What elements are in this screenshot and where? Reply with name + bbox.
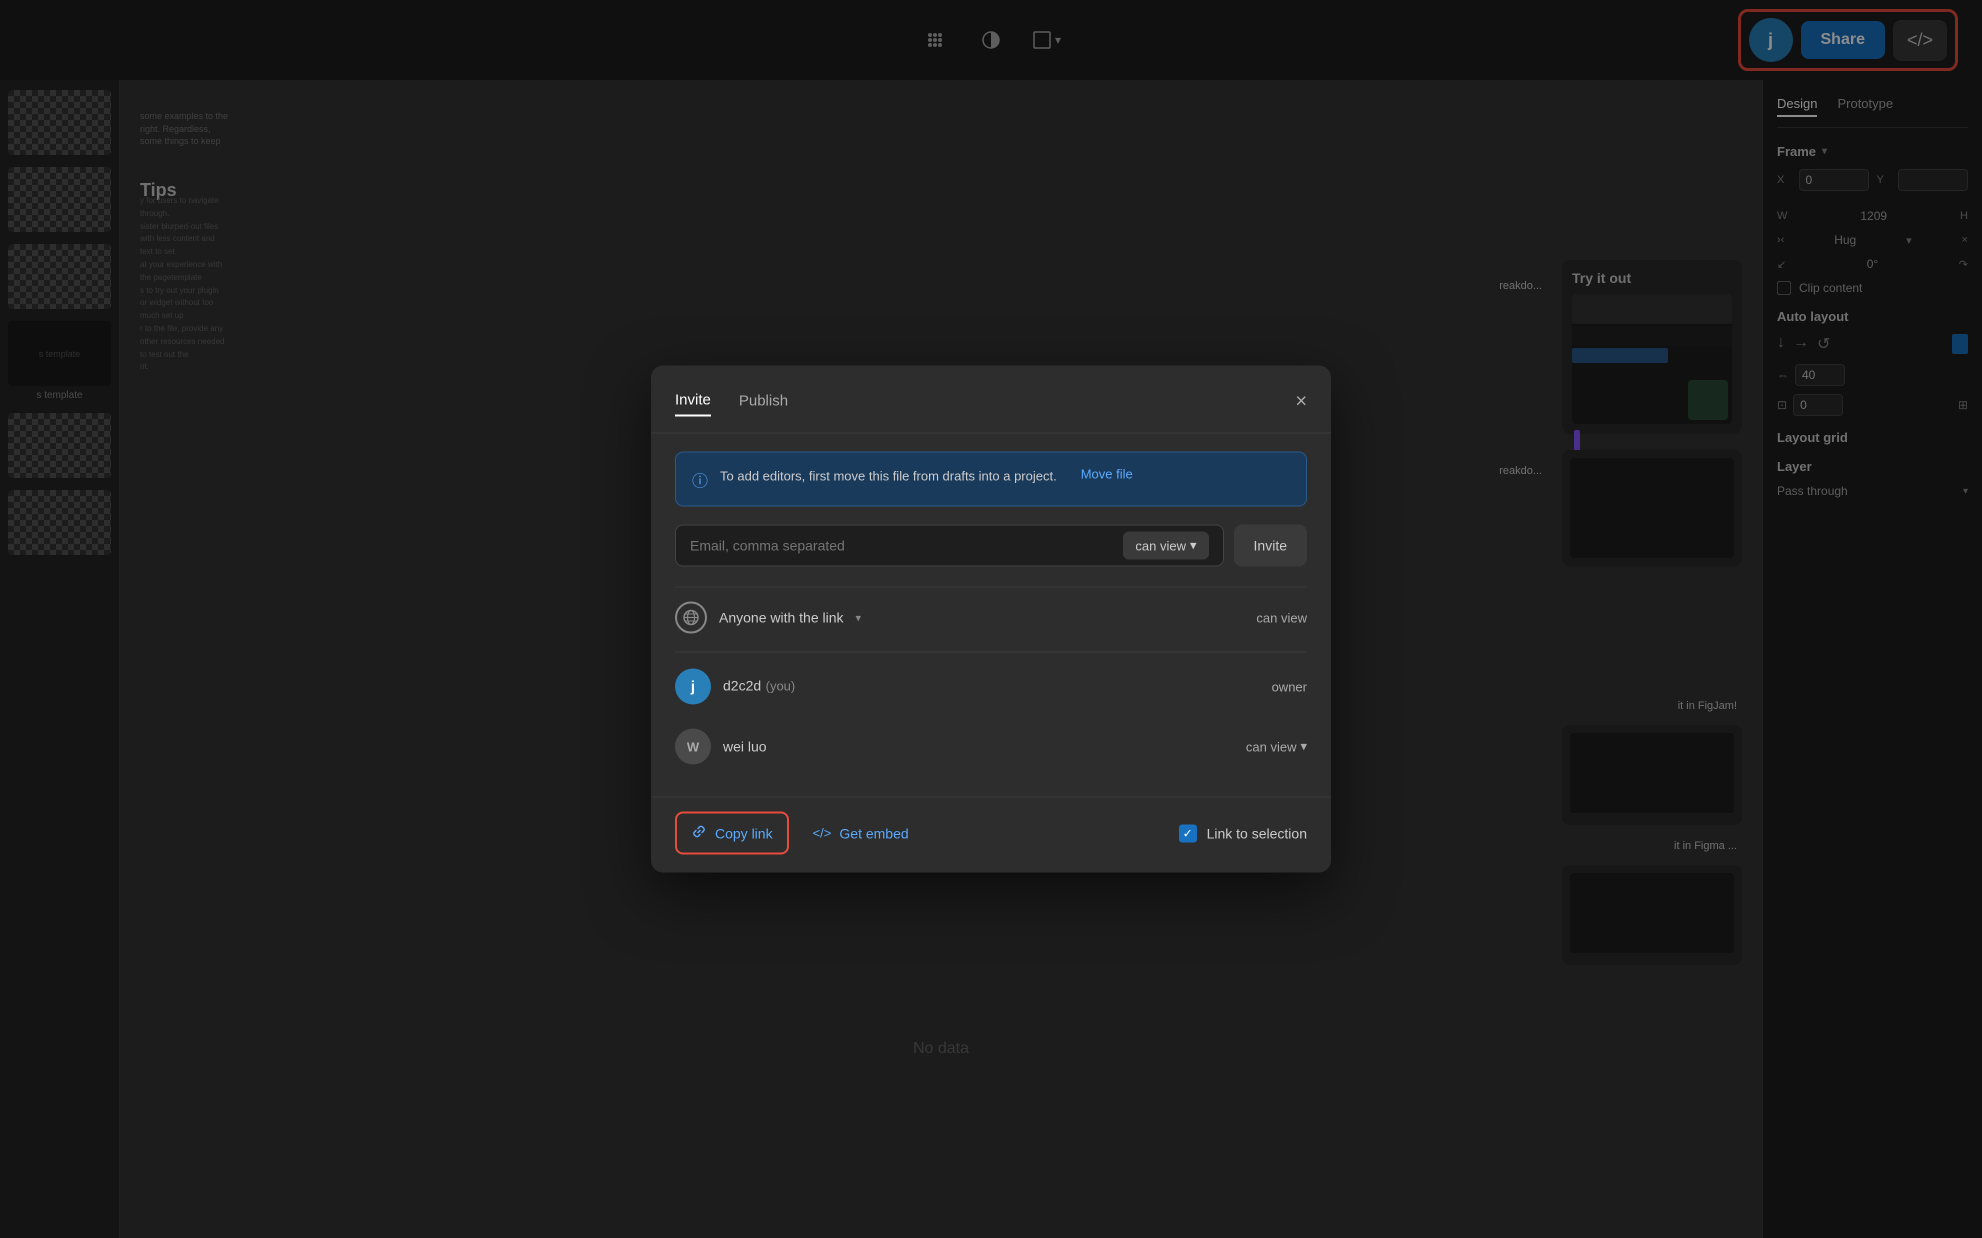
can-view-label: can view [1135, 538, 1186, 553]
user2-left: W wei luo [675, 729, 767, 765]
divider-1 [675, 652, 1307, 653]
link-selection-checkbox[interactable]: ✓ [1179, 824, 1197, 842]
user1-avatar: j [675, 669, 711, 705]
anyone-link-chevron-icon[interactable]: ▾ [856, 611, 862, 624]
anyone-link-row: Anyone with the link ▾ can view [675, 587, 1307, 648]
info-banner-text: To add editors, first move this file fro… [720, 467, 1057, 487]
share-modal: Invite Publish × ⓘ To add editors, first… [651, 366, 1331, 873]
anyone-link-label: Anyone with the link [719, 610, 844, 626]
modal-tab-publish[interactable]: Publish [739, 387, 788, 416]
permission-dropdown[interactable]: can view ▾ [1123, 532, 1208, 560]
user1-you: (you) [766, 679, 796, 694]
globe-icon [675, 602, 707, 634]
user2-role-dropdown[interactable]: can view ▾ [1246, 739, 1307, 755]
copy-link-button[interactable]: Copy link [675, 812, 789, 855]
modal-close-button[interactable]: × [1295, 391, 1307, 411]
email-invite-row: can view ▾ Invite [675, 525, 1307, 567]
anyone-can-view-label: can view [1256, 610, 1307, 625]
user1-info: d2c2d (you) [723, 678, 795, 696]
embed-icon: </> [813, 826, 832, 841]
user2-name: wei luo [723, 739, 767, 755]
copy-link-icon [691, 824, 707, 843]
user-row-owner: j d2c2d (you) owner [675, 657, 1307, 717]
email-input-wrap: can view ▾ [675, 525, 1224, 567]
user1-role: owner [1272, 679, 1307, 694]
footer-right: ✓ Link to selection [1179, 824, 1307, 842]
get-embed-button[interactable]: </> Get embed [813, 825, 909, 841]
permission-chevron-icon: ▾ [1190, 538, 1197, 554]
info-banner: ⓘ To add editors, first move this file f… [675, 452, 1307, 507]
email-input[interactable] [690, 526, 1113, 566]
modal-header: Invite Publish × [651, 366, 1331, 434]
move-file-link[interactable]: Move file [1081, 467, 1133, 482]
invite-button[interactable]: Invite [1234, 525, 1307, 567]
modal-tab-invite[interactable]: Invite [675, 386, 711, 417]
info-icon: ⓘ [692, 468, 708, 492]
modal-footer: Copy link </> Get embed ✓ Link to select… [651, 797, 1331, 873]
user2-avatar: W [675, 729, 711, 765]
user1-left: j d2c2d (you) [675, 669, 795, 705]
footer-left: Copy link </> Get embed [675, 812, 909, 855]
modal-body: ⓘ To add editors, first move this file f… [651, 434, 1331, 797]
user-row-viewer: W wei luo can view ▾ [675, 717, 1307, 777]
user2-role-chevron-icon: ▾ [1300, 739, 1307, 755]
anyone-link-left: Anyone with the link ▾ [675, 602, 861, 634]
link-selection-label: Link to selection [1207, 825, 1307, 841]
user1-name: d2c2d [723, 678, 761, 694]
